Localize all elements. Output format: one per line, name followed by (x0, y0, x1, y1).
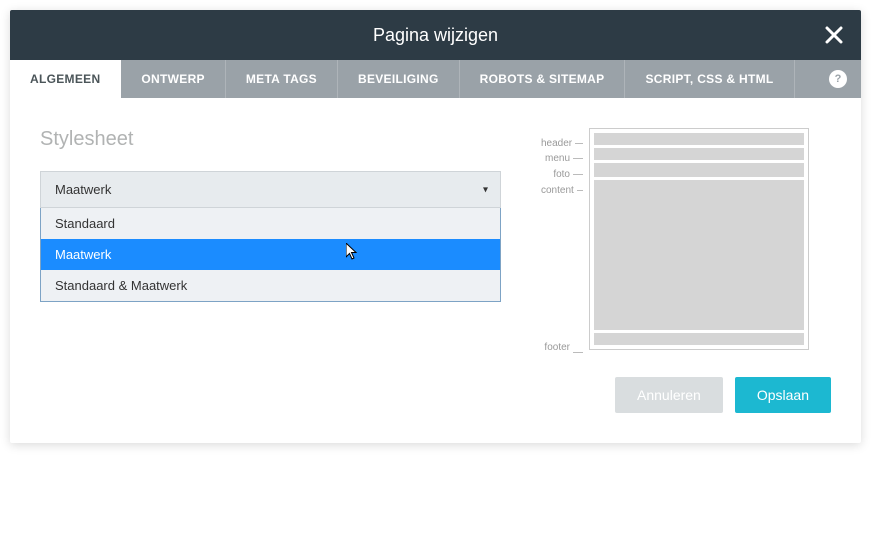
label-menu: menu (545, 153, 570, 164)
label-header: header (541, 138, 572, 149)
select-display[interactable]: Maatwerk (40, 171, 501, 208)
left-column: Stylesheet Maatwerk Standaard Maatwerk S… (40, 128, 501, 353)
option-label: Maatwerk (55, 247, 111, 262)
modal-header: Pagina wijzigen (10, 10, 861, 60)
layout-preview: header menu foto content footer (541, 128, 831, 353)
wireframe (589, 128, 809, 350)
modal-footer: Annuleren Opslaan (10, 377, 861, 443)
save-button[interactable]: Opslaan (735, 377, 831, 413)
modal-body: Stylesheet Maatwerk Standaard Maatwerk S… (10, 98, 861, 377)
wire-header (594, 133, 804, 145)
tabs: ALGEMEEN ONTWERP META TAGS BEVEILIGING R… (10, 60, 861, 98)
tab-script-css-html[interactable]: SCRIPT, CSS & HTML (625, 60, 794, 98)
wire-footer (594, 333, 804, 345)
stylesheet-select[interactable]: Maatwerk Standaard Maatwerk Standaard & … (40, 171, 501, 302)
section-title: Stylesheet (40, 128, 501, 151)
help-icon[interactable]: ? (829, 70, 847, 88)
modal: Pagina wijzigen ALGEMEEN ONTWERP META TA… (10, 10, 861, 443)
tab-ontwerp[interactable]: ONTWERP (121, 60, 225, 98)
label-footer: footer (544, 342, 570, 353)
preview-labels: header menu foto content footer (541, 128, 583, 353)
tab-beveiliging[interactable]: BEVEILIGING (338, 60, 460, 98)
option-maatwerk[interactable]: Maatwerk (41, 239, 500, 270)
label-content: content (541, 185, 574, 196)
option-standaard-maatwerk[interactable]: Standaard & Maatwerk (41, 270, 500, 301)
cancel-button[interactable]: Annuleren (615, 377, 723, 413)
label-foto: foto (553, 169, 570, 180)
tab-algemeen[interactable]: ALGEMEEN (10, 60, 121, 98)
wire-content (594, 180, 804, 330)
right-column: header menu foto content footer (541, 128, 831, 353)
close-icon[interactable] (825, 22, 843, 48)
wire-foto (594, 163, 804, 177)
tab-robots-sitemap[interactable]: ROBOTS & SITEMAP (460, 60, 626, 98)
option-standaard[interactable]: Standaard (41, 208, 500, 239)
modal-title: Pagina wijzigen (373, 25, 498, 46)
cursor-icon (346, 243, 360, 264)
select-options: Standaard Maatwerk Standaard & Maatwerk (40, 208, 501, 302)
wire-menu (594, 148, 804, 160)
tab-meta-tags[interactable]: META TAGS (226, 60, 338, 98)
